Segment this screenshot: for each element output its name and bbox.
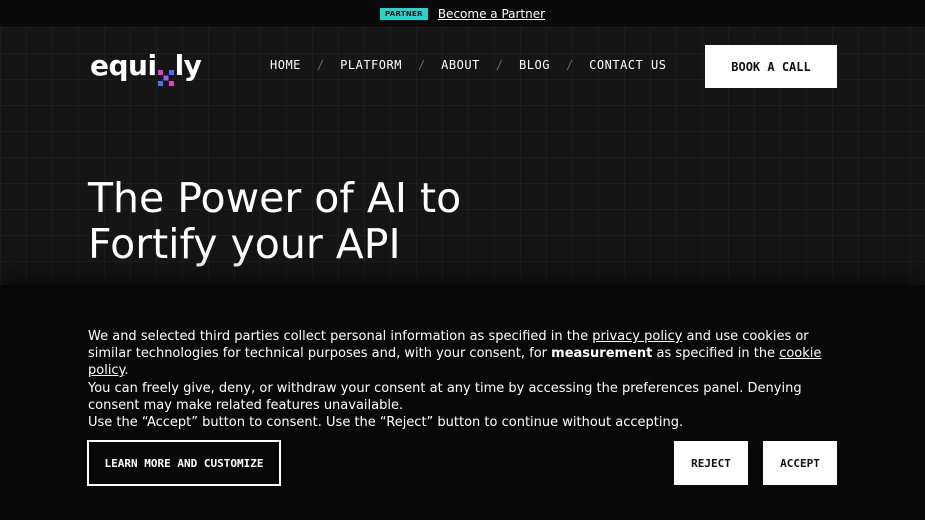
logo-text-left: equi bbox=[90, 49, 157, 82]
hero-title-line1: The Power of AI to bbox=[88, 174, 462, 222]
become-partner-link[interactable]: Become a Partner bbox=[438, 7, 545, 21]
reject-button[interactable]: REJECT bbox=[674, 441, 748, 485]
cookie-text-segment: . bbox=[124, 363, 129, 379]
nav-separator: / bbox=[495, 58, 504, 72]
logo-x-icon bbox=[157, 60, 174, 86]
logo[interactable]: equi ly bbox=[90, 49, 202, 86]
cookie-consent-banner: We and selected third parties collect pe… bbox=[0, 285, 925, 520]
book-a-call-button[interactable]: BOOK A CALL bbox=[705, 45, 837, 88]
privacy-policy-link[interactable]: privacy policy bbox=[592, 329, 682, 344]
cookie-paragraph-3: Use the “Accept” button to consent. Use … bbox=[88, 415, 684, 431]
cookie-text-segment: as specified in the bbox=[652, 346, 780, 362]
logo-text-right: ly bbox=[174, 49, 202, 82]
nav-home[interactable]: HOME bbox=[270, 58, 301, 72]
cookie-text-segment: We and selected third parties collect pe… bbox=[88, 329, 593, 344]
measurement-label: measurement bbox=[551, 346, 653, 362]
nav-about[interactable]: ABOUT bbox=[441, 58, 480, 72]
hero-section: equi ly HOME / PLATFORM / ABOUT / BLOG /… bbox=[0, 27, 925, 285]
nav-platform[interactable]: PLATFORM bbox=[340, 58, 402, 72]
cookie-consent-text: We and selected third parties collect pe… bbox=[88, 328, 848, 431]
nav-contact-us[interactable]: CONTACT US bbox=[589, 58, 666, 72]
nav-separator: / bbox=[565, 58, 574, 72]
nav-separator: / bbox=[316, 58, 325, 72]
cookie-paragraph-1: We and selected third parties collect pe… bbox=[88, 328, 848, 380]
partner-badge: PARTNER bbox=[379, 7, 428, 20]
announcement-bar: PARTNER Become a Partner bbox=[0, 0, 925, 27]
hero-title-line2: Fortify your API bbox=[88, 220, 401, 268]
nav-blog[interactable]: BLOG bbox=[519, 58, 550, 72]
learn-more-customize-button[interactable]: LEARN MORE AND CUSTOMIZE bbox=[87, 440, 281, 486]
cookie-paragraph-2: You can freely give, deny, or withdraw y… bbox=[88, 380, 802, 413]
nav-separator: / bbox=[417, 58, 426, 72]
accept-button[interactable]: ACCEPT bbox=[763, 441, 837, 485]
hero-title: The Power of AI to Fortify your API bbox=[88, 175, 608, 267]
main-nav: HOME / PLATFORM / ABOUT / BLOG / CONTACT… bbox=[270, 58, 666, 72]
